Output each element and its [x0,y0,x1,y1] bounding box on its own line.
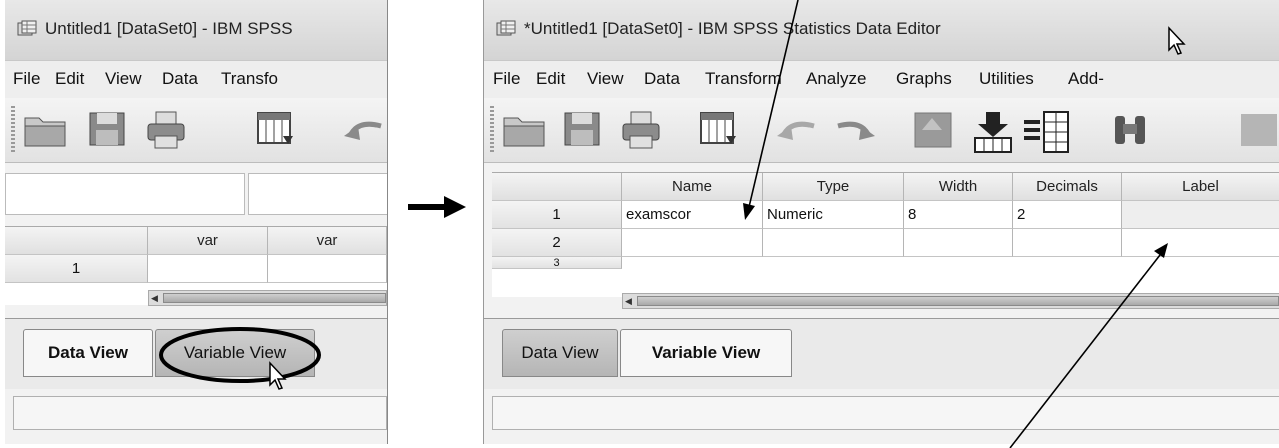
printer-icon[interactable] [620,110,662,150]
column-header[interactable]: var [148,227,268,255]
corner-header [492,173,622,201]
menu-edit[interactable]: Edit [55,69,84,89]
variable-decimals-cell[interactable]: 2 [1013,201,1122,229]
column-header-decimals[interactable]: Decimals [1013,173,1122,201]
window-title: *Untitled1 [DataSet0] - IBM SPSS Statist… [524,19,941,38]
transition-arrow-icon [408,196,466,218]
variables-icon[interactable] [1022,110,1072,154]
data-cell[interactable] [1122,229,1279,257]
status-bar [492,396,1279,430]
row-header[interactable]: 1 [492,201,622,229]
toolbar [484,98,1279,163]
binoculars-find-icon[interactable] [1109,110,1151,150]
left-data-editor-window: Untitled1 [DataSet0] - IBM SPSS File Edi… [5,0,388,444]
row-header[interactable]: 2 [492,229,622,257]
row-header[interactable]: 1 [5,255,148,283]
row-header[interactable]: 3 [492,257,622,269]
column-header[interactable]: var [268,227,387,255]
variable-width-cell[interactable]: 8 [904,201,1013,229]
menu-transform[interactable]: Transform [705,69,782,89]
title-bar: *Untitled1 [DataSet0] - IBM SPSS Statist… [484,0,1279,60]
menu-view[interactable]: View [105,69,142,89]
menu-bar: File Edit View Data Transfo [5,60,387,99]
view-tabs: Data View Variable View [5,318,387,389]
dialog-recall-icon[interactable] [698,110,742,150]
tab-variable-view[interactable]: Variable View [620,329,792,377]
tab-data-view[interactable]: Data View [23,329,153,377]
cell-reference-box[interactable] [5,173,245,215]
menu-analyze[interactable]: Analyze [806,69,866,89]
toolbar-icon-partial[interactable] [1239,110,1279,150]
menu-addons[interactable]: Add- [1068,69,1104,89]
spss-app-icon [496,20,516,36]
column-header-label[interactable]: Label [1122,173,1279,201]
toolbar [5,98,387,163]
data-cell[interactable] [622,229,763,257]
horizontal-scrollbar[interactable]: ◀ [622,293,1279,309]
scroll-left-icon[interactable]: ◀ [625,296,632,306]
toolbar-grip [490,106,494,154]
variable-type-cell[interactable]: Numeric [763,201,904,229]
mouse-cursor-icon [1168,26,1186,55]
menu-utilities[interactable]: Utilities [979,69,1034,89]
column-header-width[interactable]: Width [904,173,1013,201]
dialog-recall-icon[interactable] [255,110,299,150]
undo-icon[interactable] [774,110,820,144]
spss-app-icon [17,20,37,36]
column-header-name[interactable]: Name [622,173,763,201]
data-cell[interactable] [268,255,387,283]
open-folder-icon[interactable] [23,110,67,148]
data-cell[interactable] [763,229,904,257]
menu-bar: File Edit View Data Transform Analyze Gr… [484,60,1279,99]
corner-header [5,227,148,255]
data-cell[interactable] [148,255,268,283]
save-disk-icon[interactable] [562,110,602,148]
printer-icon[interactable] [145,110,187,150]
scroll-thumb[interactable] [163,293,386,303]
title-bar: Untitled1 [DataSet0] - IBM SPSS [5,0,387,60]
data-cell[interactable] [904,229,1013,257]
tab-variable-view[interactable]: Variable View [155,329,315,377]
go-to-case-icon[interactable] [912,110,954,150]
redo-icon[interactable] [832,110,878,144]
variable-grid: Name Type Width Decimals Label 1 examsco… [492,172,1279,297]
save-disk-icon[interactable] [87,110,127,148]
open-folder-icon[interactable] [502,110,546,148]
mouse-cursor-icon [269,361,287,390]
menu-graphs[interactable]: Graphs [896,69,952,89]
window-title: Untitled1 [DataSet0] - IBM SPSS [45,19,293,38]
menu-data[interactable]: Data [644,69,680,89]
undo-icon[interactable] [341,110,387,144]
toolbar-grip [11,106,15,154]
menu-transform[interactable]: Transfo [221,69,278,89]
menu-file[interactable]: File [493,69,520,89]
right-data-editor-window: *Untitled1 [DataSet0] - IBM SPSS Statist… [483,0,1279,444]
cell-value-box[interactable] [248,173,387,215]
menu-edit[interactable]: Edit [536,69,565,89]
horizontal-scrollbar[interactable]: ◀ [148,290,387,306]
data-cell[interactable] [1013,229,1122,257]
menu-view[interactable]: View [587,69,624,89]
variable-label-cell[interactable] [1122,201,1279,229]
scroll-left-icon[interactable]: ◀ [151,293,158,303]
go-to-variable-icon[interactable] [972,110,1014,154]
tab-data-view[interactable]: Data View [502,329,618,377]
view-tabs: Data View Variable View [484,318,1279,389]
status-bar [13,396,387,430]
menu-data[interactable]: Data [162,69,198,89]
scroll-thumb[interactable] [637,296,1279,306]
variable-name-cell[interactable]: examscor [622,201,763,229]
column-header-type[interactable]: Type [763,173,904,201]
menu-file[interactable]: File [13,69,40,89]
